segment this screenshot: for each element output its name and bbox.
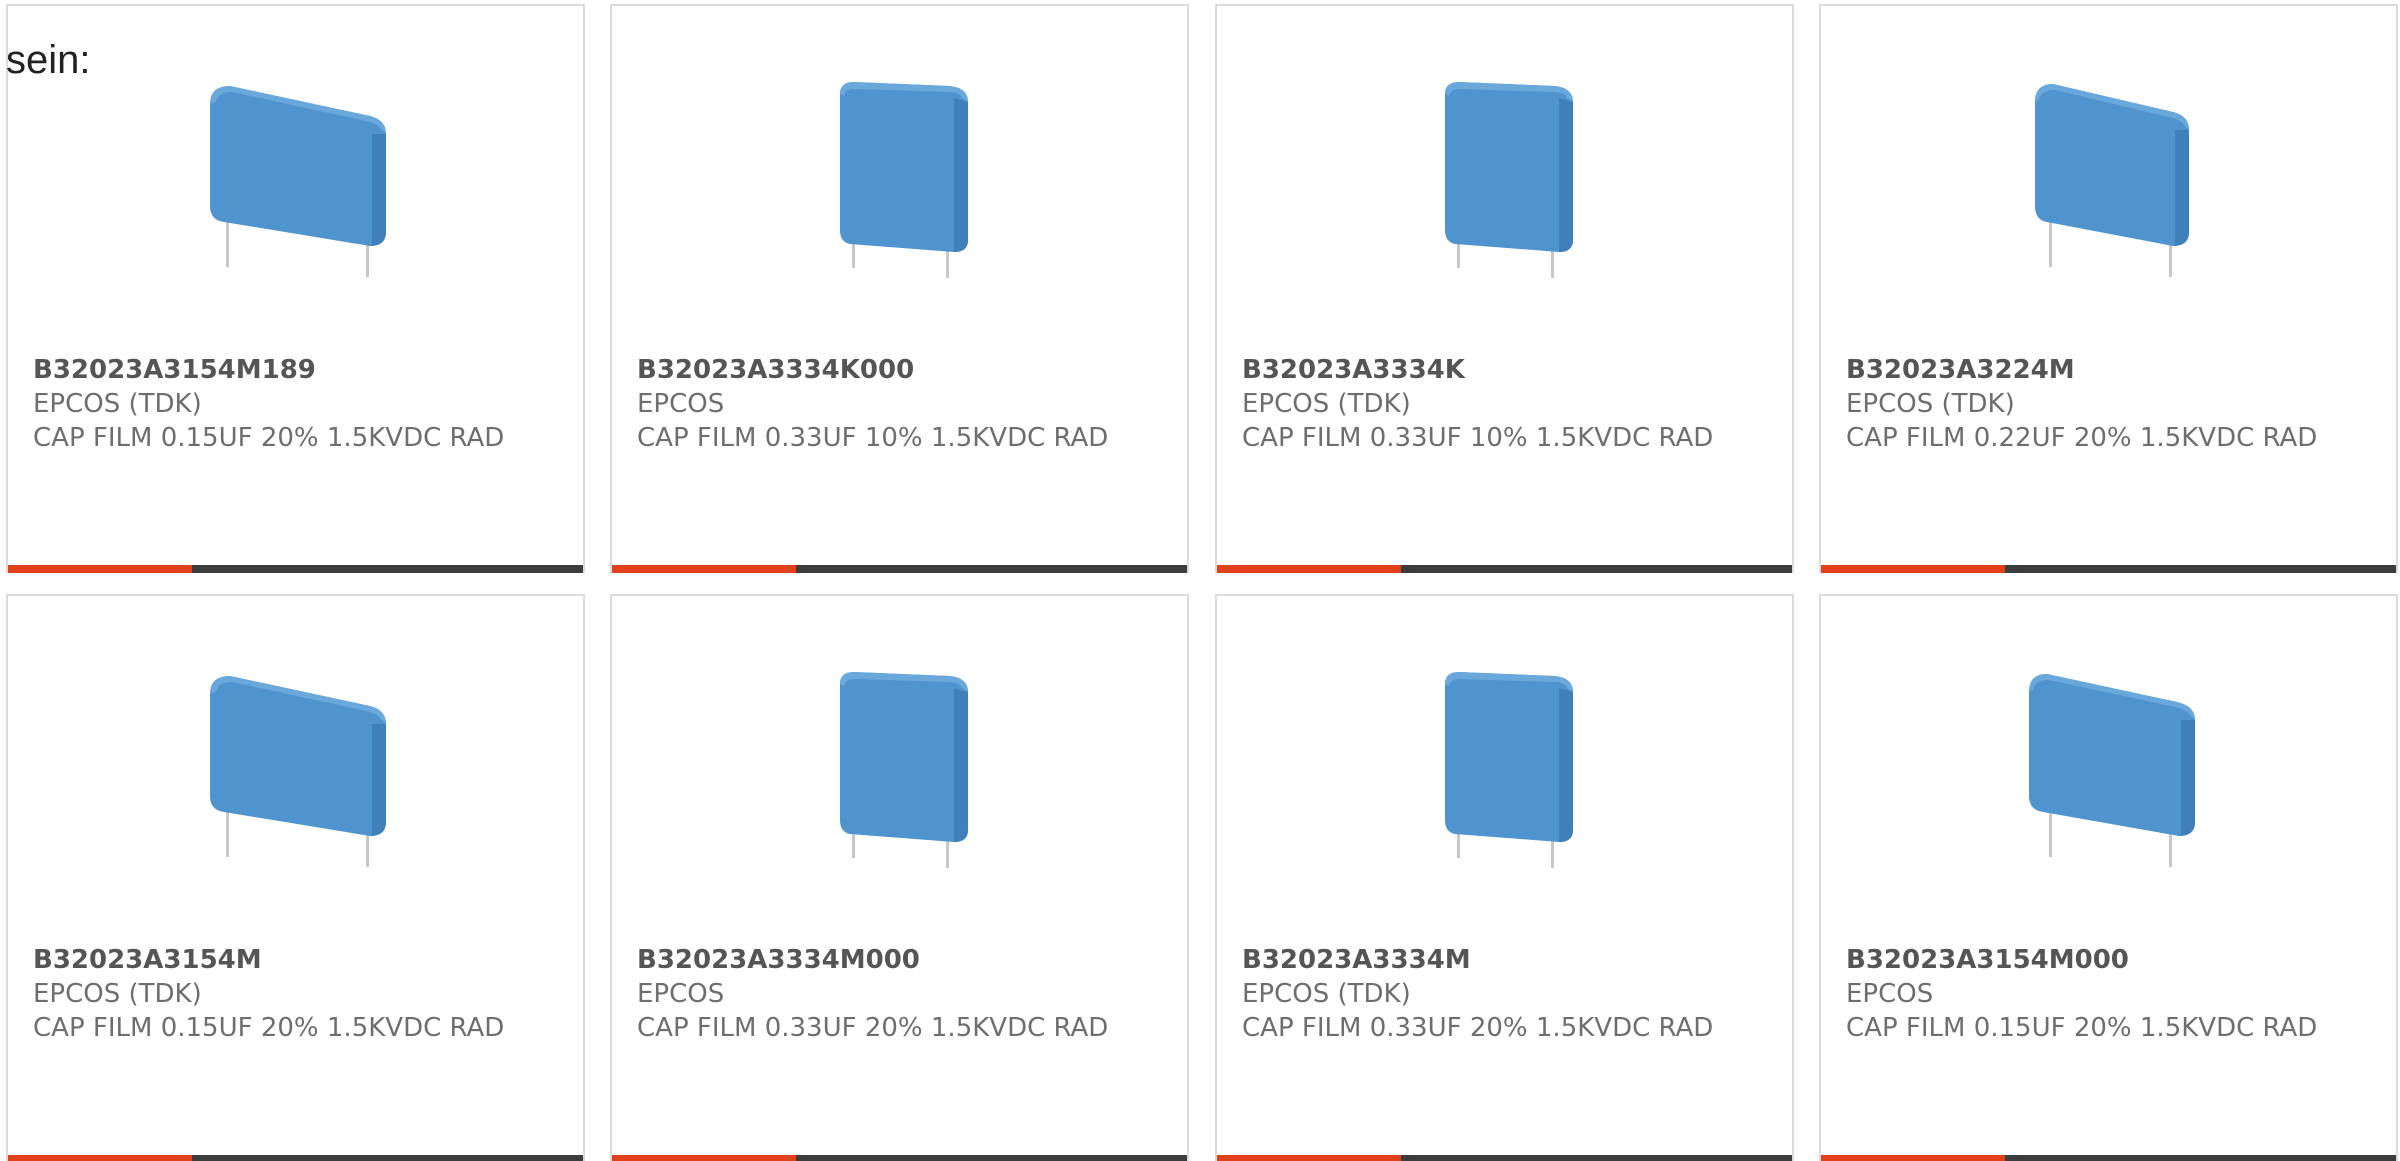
part-number[interactable]: B32023A3334K [1242,353,1767,387]
product-grid: B32023A3154M189 EPCOS (TDK) CAP FILM 0.1… [0,0,2400,1161]
part-number[interactable]: B32023A3154M [33,943,558,977]
manufacturer: EPCOS (TDK) [1846,389,2015,419]
product-image[interactable] [1821,656,2396,878]
product-image[interactable] [8,66,583,288]
card-accent-fill [1217,565,1401,573]
description: CAP FILM 0.33UF 20% 1.5KVDC RAD [1242,1013,1714,1043]
card-accent-bar [1217,1155,1792,1161]
part-number[interactable]: B32023A3334K000 [637,353,1162,387]
film-capacitor-narrow-image [839,672,968,868]
card-accent-fill [1217,1155,1401,1161]
manufacturer: EPCOS (TDK) [1242,979,1411,1009]
card-accent-bar [612,1155,1187,1161]
film-capacitor-wide-image [2028,674,2195,867]
film-capacitor-wide-image [209,676,386,867]
description: CAP FILM 0.33UF 10% 1.5KVDC RAD [637,423,1109,453]
card-accent-fill [1821,565,2005,573]
product-card[interactable]: B32023A3224M EPCOS (TDK) CAP FILM 0.22UF… [1819,4,2398,573]
product-image[interactable] [1217,656,1792,878]
card-accent-bar [612,565,1187,573]
manufacturer: EPCOS [1846,979,1934,1009]
product-image[interactable] [8,656,583,878]
manufacturer: EPCOS (TDK) [33,979,202,1009]
lead-text: sein: [6,38,91,82]
product-card[interactable]: B32023A3154M189 EPCOS (TDK) CAP FILM 0.1… [6,4,585,573]
part-number[interactable]: B32023A3334M [1242,943,1767,977]
product-card[interactable]: B32023A3334K EPCOS (TDK) CAP FILM 0.33UF… [1215,4,1794,573]
card-accent-bar [1821,565,2396,573]
card-accent-fill [1821,1155,2005,1161]
product-image[interactable] [612,656,1187,878]
film-capacitor-narrow-image [839,82,968,278]
product-card[interactable]: B32023A3154M000 EPCOS CAP FILM 0.15UF 20… [1819,594,2398,1161]
manufacturer: EPCOS (TDK) [1242,389,1411,419]
manufacturer: EPCOS [637,979,725,1009]
card-accent-fill [8,565,192,573]
film-capacitor-wide-image [209,86,386,277]
card-accent-fill [8,1155,192,1161]
description: CAP FILM 0.15UF 20% 1.5KVDC RAD [33,423,505,453]
product-card[interactable]: B32023A3334K000 EPCOS CAP FILM 0.33UF 10… [610,4,1189,573]
description: CAP FILM 0.22UF 20% 1.5KVDC RAD [1846,423,2318,453]
manufacturer: EPCOS [637,389,725,419]
card-accent-bar [1821,1155,2396,1161]
card-accent-bar [8,1155,583,1161]
product-image[interactable] [1821,66,2396,288]
product-image[interactable] [1217,66,1792,288]
product-image[interactable] [612,66,1187,288]
film-capacitor-narrow-image [1444,672,1573,868]
film-capacitor-wide-image [2034,84,2189,277]
description: CAP FILM 0.33UF 20% 1.5KVDC RAD [637,1013,1109,1043]
description: CAP FILM 0.15UF 20% 1.5KVDC RAD [33,1013,505,1043]
card-accent-fill [612,1155,796,1161]
description: CAP FILM 0.33UF 10% 1.5KVDC RAD [1242,423,1714,453]
card-accent-bar [1217,565,1792,573]
film-capacitor-narrow-image [1444,82,1573,278]
part-number[interactable]: B32023A3154M189 [33,353,558,387]
product-card[interactable]: B32023A3334M000 EPCOS CAP FILM 0.33UF 20… [610,594,1189,1161]
card-accent-fill [612,565,796,573]
product-card[interactable]: B32023A3334M EPCOS (TDK) CAP FILM 0.33UF… [1215,594,1794,1161]
manufacturer: EPCOS (TDK) [33,389,202,419]
card-accent-bar [8,565,583,573]
part-number[interactable]: B32023A3334M000 [637,943,1162,977]
part-number[interactable]: B32023A3154M000 [1846,943,2371,977]
description: CAP FILM 0.15UF 20% 1.5KVDC RAD [1846,1013,2318,1043]
part-number[interactable]: B32023A3224M [1846,353,2371,387]
product-card[interactable]: B32023A3154M EPCOS (TDK) CAP FILM 0.15UF… [6,594,585,1161]
